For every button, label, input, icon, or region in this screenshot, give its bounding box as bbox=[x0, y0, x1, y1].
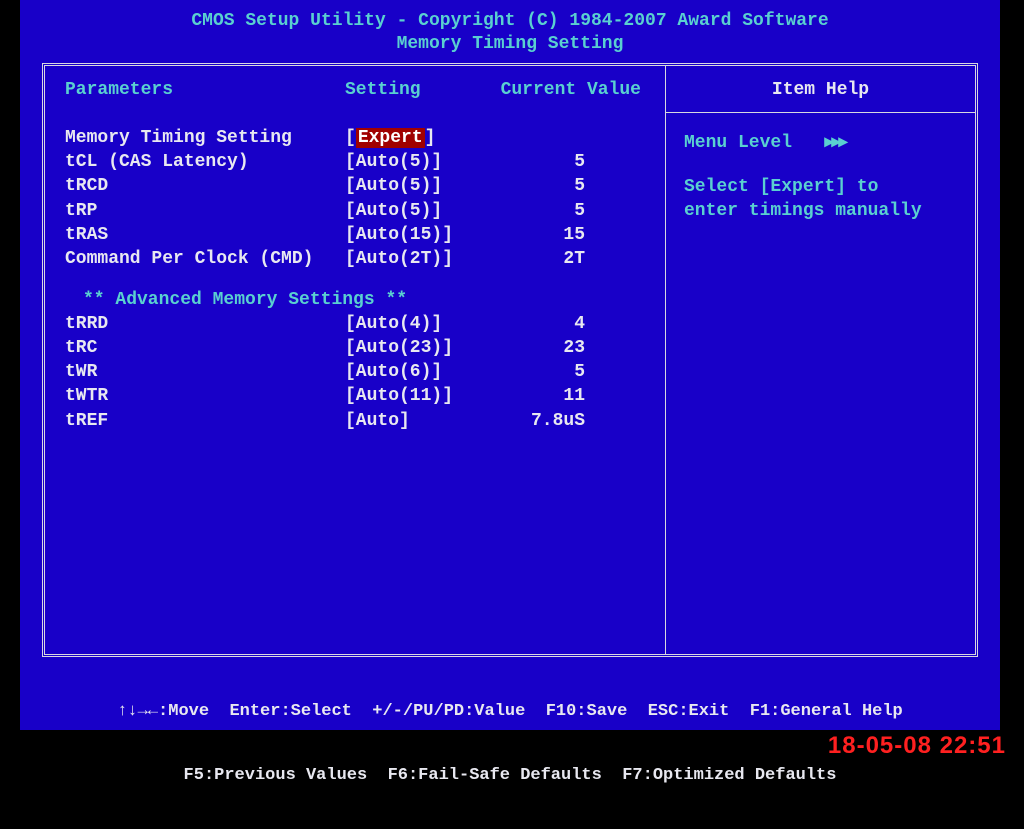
param-label: tWTR bbox=[65, 384, 345, 408]
setting-value: [Auto(6)] bbox=[345, 360, 515, 384]
param-label: tREF bbox=[65, 409, 345, 433]
col-setting: Setting bbox=[345, 80, 485, 100]
param-label: tRRD bbox=[65, 312, 345, 336]
setting-value: [Auto(5)] bbox=[345, 150, 515, 174]
param-label: tCL (CAS Latency) bbox=[65, 150, 345, 174]
param-label: tRAS bbox=[65, 223, 345, 247]
row-twtr[interactable]: tWTR [Auto(11)] 11 bbox=[65, 384, 651, 408]
current-value: 11 bbox=[515, 384, 585, 408]
camera-timestamp: 18-05-08 22:51 bbox=[828, 732, 1006, 760]
row-cmd[interactable]: Command Per Clock (CMD) [Auto(2T)] 2T bbox=[65, 247, 651, 271]
setting-value: [Auto] bbox=[345, 409, 515, 433]
row-trc[interactable]: tRC [Auto(23)] 23 bbox=[65, 336, 651, 360]
help-text: Select [Expert] to enter timings manuall… bbox=[684, 175, 957, 224]
current-value: 7.8uS bbox=[515, 409, 585, 433]
param-label: Memory Timing Setting bbox=[65, 126, 345, 150]
current-value: 4 bbox=[515, 312, 585, 336]
setting-value: [Auto(23)] bbox=[345, 336, 515, 360]
col-parameters: Parameters bbox=[65, 80, 345, 100]
param-label: tRP bbox=[65, 199, 345, 223]
current-value: 5 bbox=[515, 174, 585, 198]
row-trp[interactable]: tRP [Auto(5)] 5 bbox=[65, 199, 651, 223]
row-tras[interactable]: tRAS [Auto(15)] 15 bbox=[65, 223, 651, 247]
title: CMOS Setup Utility - Copyright (C) 1984-… bbox=[20, 10, 1000, 33]
menu-level-arrows-icon: ▸▸▸ bbox=[824, 133, 845, 153]
row-memory-timing-setting[interactable]: Memory Timing Setting [Expert] bbox=[65, 126, 651, 150]
help-pane: Item Help Menu Level ▸▸▸ Select [Expert]… bbox=[665, 66, 975, 654]
current-value: 5 bbox=[515, 150, 585, 174]
param-label: tWR bbox=[65, 360, 345, 384]
column-headers: Parameters Setting Current Value bbox=[65, 80, 651, 100]
setting-value: [Auto(11)] bbox=[345, 384, 515, 408]
setting-value: [Auto(15)] bbox=[345, 223, 515, 247]
advanced-section-header: ** Advanced Memory Settings ** bbox=[65, 290, 651, 310]
param-label: Command Per Clock (CMD) bbox=[65, 247, 345, 271]
footer-line2: F5:Previous Values F6:Fail-Safe Defaults… bbox=[50, 765, 970, 786]
current-value: 23 bbox=[515, 336, 585, 360]
bios-screen: CMOS Setup Utility - Copyright (C) 1984-… bbox=[20, 0, 1000, 730]
setting-value: [Auto(5)] bbox=[345, 199, 515, 223]
setting-value: [Auto(2T)] bbox=[345, 247, 515, 271]
help-text-line1: Select [Expert] to bbox=[684, 175, 957, 199]
current-value: 2T bbox=[515, 247, 585, 271]
row-trrd[interactable]: tRRD [Auto(4)] 4 bbox=[65, 312, 651, 336]
param-label: tRCD bbox=[65, 174, 345, 198]
col-current: Current Value bbox=[485, 80, 651, 100]
setting-value: [Auto(4)] bbox=[345, 312, 515, 336]
selected-value: Expert bbox=[356, 128, 425, 148]
help-text-line2: enter timings manually bbox=[684, 199, 957, 223]
row-tcl[interactable]: tCL (CAS Latency) [Auto(5)] 5 bbox=[65, 150, 651, 174]
settings-pane: Parameters Setting Current Value Memory … bbox=[45, 66, 665, 654]
help-divider bbox=[666, 112, 975, 113]
row-trcd[interactable]: tRCD [Auto(5)] 5 bbox=[65, 174, 651, 198]
current-value: 15 bbox=[515, 223, 585, 247]
help-title: Item Help bbox=[684, 80, 957, 112]
row-tref[interactable]: tREF [Auto] 7.8uS bbox=[65, 409, 651, 433]
menu-level-label: Menu Level bbox=[684, 133, 792, 153]
setting-value: [Expert] bbox=[345, 126, 515, 150]
current-value bbox=[515, 126, 585, 150]
current-value: 5 bbox=[515, 360, 585, 384]
footer-line1: ↑↓→←:Move Enter:Select +/-/PU/PD:Value F… bbox=[50, 701, 970, 722]
current-value: 5 bbox=[515, 199, 585, 223]
main-frame: Parameters Setting Current Value Memory … bbox=[42, 63, 978, 657]
setting-value: [Auto(5)] bbox=[345, 174, 515, 198]
row-twr[interactable]: tWR [Auto(6)] 5 bbox=[65, 360, 651, 384]
menu-level: Menu Level ▸▸▸ bbox=[684, 131, 957, 153]
subtitle: Memory Timing Setting bbox=[20, 33, 1000, 56]
param-label: tRC bbox=[65, 336, 345, 360]
